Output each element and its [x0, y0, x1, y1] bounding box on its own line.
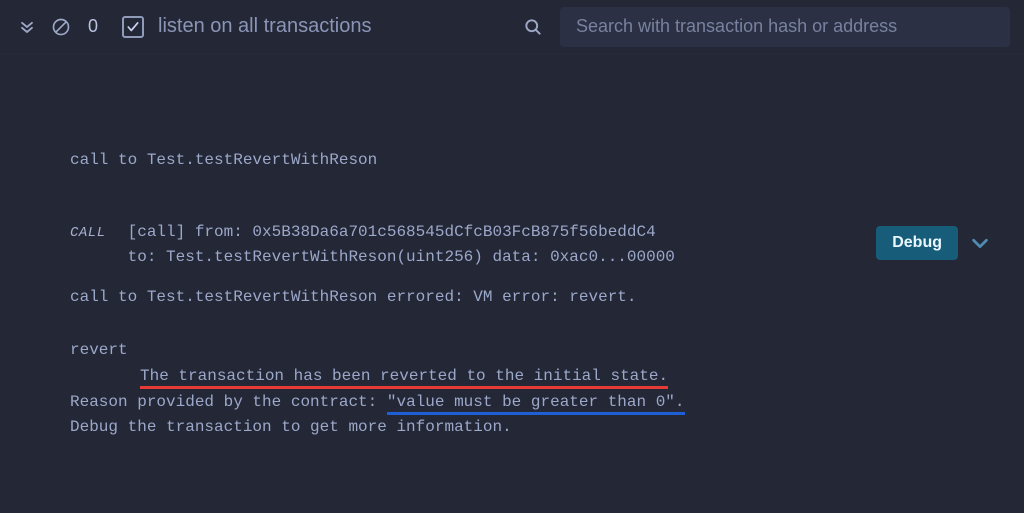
listen-toggle[interactable]: listen on all transactions	[122, 15, 371, 38]
revert-label: revert	[70, 338, 974, 364]
reason-value: "value must be greater than 0".	[387, 393, 685, 412]
cancel-icon[interactable]	[48, 14, 74, 40]
listen-label: listen on all transactions	[158, 15, 371, 38]
call-badge: CALL	[70, 220, 106, 244]
search-icon[interactable]	[520, 14, 546, 40]
chevron-down-icon[interactable]	[966, 229, 994, 257]
transaction-block: CALL [call] from: 0x5B38Da6a701c568545dC…	[70, 220, 974, 441]
reverted-state-text: The transaction has been reverted to the…	[140, 367, 668, 386]
debug-hint: Debug the transaction to get more inform…	[70, 415, 974, 441]
reason-prefix: Reason provided by the contract:	[70, 393, 387, 411]
reverted-state-line: The transaction has been reverted to the…	[70, 364, 974, 390]
terminal-output: call to Test.testRevertWithReson CALL [c…	[0, 54, 1024, 471]
reason-line: Reason provided by the contract: "value …	[70, 390, 974, 416]
topbar: 0 listen on all transactions	[0, 0, 1024, 54]
tx-controls: Debug	[876, 226, 994, 260]
debug-button[interactable]: Debug	[876, 226, 958, 260]
checkbox-icon[interactable]	[122, 16, 144, 38]
from-line: [call] from: 0x5B38Da6a701c568545dCfcB03…	[128, 220, 974, 246]
to-line: to: Test.testRevertWithReson(uint256) da…	[128, 245, 974, 271]
error-line: call to Test.testRevertWithReson errored…	[70, 285, 974, 311]
call-header: call to Test.testRevertWithReson	[70, 148, 974, 174]
pending-count: 0	[82, 16, 104, 37]
expand-down-icon[interactable]	[14, 14, 40, 40]
search-input[interactable]	[560, 7, 1010, 47]
